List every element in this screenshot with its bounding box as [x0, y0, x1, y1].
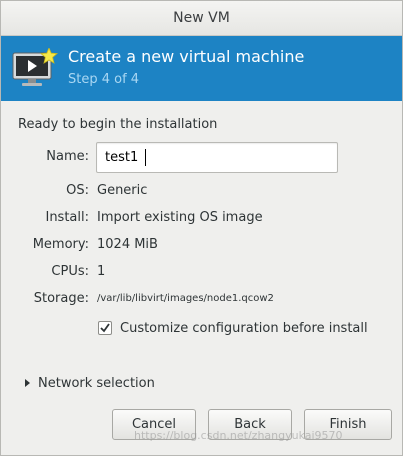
- back-button[interactable]: Back: [208, 409, 292, 440]
- cpus-label: CPUs:: [51, 264, 89, 279]
- checkmark-icon: [100, 323, 110, 333]
- computer-monitor-with-star-icon: [11, 46, 59, 88]
- storage-label: Storage:: [33, 291, 89, 306]
- text-cursor: [145, 149, 146, 166]
- storage-value: /var/lib/libvirt/images/node1.qcow2: [97, 293, 274, 304]
- window-title: New VM: [1, 1, 402, 36]
- wizard-header: Create a new virtual machine Step 4 of 4: [1, 36, 402, 101]
- customize-config-label[interactable]: Customize configuration before install: [120, 321, 368, 336]
- wizard-title: Create a new virtual machine: [68, 47, 305, 66]
- expander-arrow-icon: [25, 379, 30, 387]
- network-selection-expander[interactable]: Network selection: [25, 374, 155, 392]
- memory-label: Memory:: [32, 237, 89, 252]
- vm-name-input[interactable]: [96, 142, 338, 173]
- cancel-button[interactable]: Cancel: [112, 409, 196, 440]
- install-label: Install:: [45, 210, 89, 225]
- new-vm-dialog: New VM Create a new virtual machine Step…: [0, 0, 403, 456]
- wizard-step-indicator: Step 4 of 4: [68, 72, 140, 87]
- finish-button[interactable]: Finish: [304, 409, 392, 440]
- install-value: Import existing OS image: [97, 210, 263, 225]
- customize-config-checkbox-row[interactable]: Customize configuration before install: [98, 319, 368, 337]
- summary-heading: Ready to begin the installation: [18, 117, 218, 132]
- cpus-value: 1: [97, 264, 106, 279]
- os-value: Generic: [97, 183, 148, 198]
- os-label: OS:: [66, 183, 89, 198]
- memory-value: 1024 MiB: [97, 237, 158, 252]
- network-selection-label[interactable]: Network selection: [38, 376, 155, 391]
- name-label: Name:: [46, 149, 89, 164]
- customize-config-checkbox[interactable]: [98, 321, 112, 335]
